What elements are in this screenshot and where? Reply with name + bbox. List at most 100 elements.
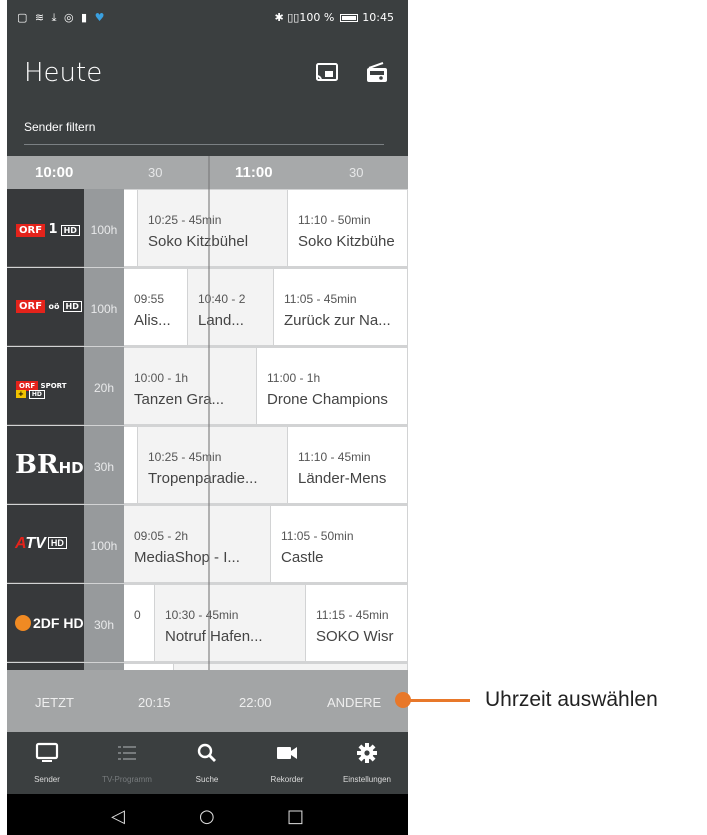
current-time-indicator xyxy=(208,156,210,670)
tick-10-30: 30 xyxy=(148,165,163,180)
orf-sport-logo: ORF SPORT + HD xyxy=(16,381,67,399)
channel-filter-input[interactable]: Sender filtern xyxy=(24,120,95,134)
recents-icon[interactable]: □ xyxy=(287,806,304,827)
program-cell[interactable]: 11:05 - 50min Castle xyxy=(271,506,408,582)
program-cell[interactable]: 09:55 Alis... xyxy=(124,269,188,345)
program-time: 11:10 - 45min xyxy=(298,450,371,464)
jump-other-button[interactable]: ANDERE xyxy=(327,695,381,710)
app-header: Heute Sender filtern xyxy=(7,36,408,154)
jump-2015-button[interactable]: 20:15 xyxy=(138,695,171,710)
phone-screen: ▢ ≋ ⤓ ◎ ▮ ♥ ✱ ▯▯100 % 10:45 Heute Sender … xyxy=(7,0,408,835)
program-time: 09:05 - 2h xyxy=(134,529,189,543)
program-cell[interactable]: 10:40 - 2 Land... xyxy=(188,269,274,345)
list-icon xyxy=(118,746,136,760)
program-title: MediaShop - I... xyxy=(134,549,240,566)
clock: 10:45 xyxy=(362,11,394,24)
program-cell[interactable]: 11:10 - 45min Länder-Mens xyxy=(288,427,408,503)
program-cell[interactable]: 11:05 - 45min Zurück zur Na... xyxy=(274,269,408,345)
page-title: Heute xyxy=(24,58,103,88)
channel-logo-orf-sport[interactable]: ORF SPORT + HD xyxy=(7,347,84,425)
time-jump-bar: JETZT 20:15 22:00 ANDERE xyxy=(7,670,408,732)
program-title: Soko Kitzbühe xyxy=(298,233,395,250)
program-title: Notruf Hafen... xyxy=(165,628,263,645)
camera-icon xyxy=(277,747,297,759)
program-cell[interactable]: 10:30 - 45min Notruf Hafen... xyxy=(155,585,306,661)
program-title: SOKO Wisr xyxy=(316,628,394,645)
channel-count: 100h xyxy=(84,268,124,346)
battery-text: 100 % xyxy=(299,11,335,24)
battery-icon xyxy=(340,14,359,22)
jump-2200-button[interactable]: 22:00 xyxy=(239,695,272,710)
nav-label: Sender xyxy=(34,775,60,784)
zdf-logo: 2DF HD xyxy=(15,615,84,631)
tick-11-00: 11:00 xyxy=(235,164,273,181)
program-time: 11:00 - 1h xyxy=(267,371,321,385)
program-title: Castle xyxy=(281,549,324,566)
system-navigation-bar: ◁ ○ □ xyxy=(7,794,408,835)
nav-label: Einstellungen xyxy=(342,775,392,784)
nav-suche[interactable]: Suche xyxy=(167,732,247,794)
program-time: 10:30 - 45min xyxy=(165,608,239,622)
br-logo: BRHD xyxy=(15,450,84,480)
channel-count-partial xyxy=(84,663,124,670)
orf1-logo: ORF 1 HD xyxy=(16,222,80,237)
home-icon[interactable]: ○ xyxy=(199,806,215,827)
channel-logo-orf-ooe[interactable]: ORF oö HD xyxy=(7,268,84,346)
atv-logo: ATV HD xyxy=(15,535,67,553)
channel-count: 100h xyxy=(84,505,124,583)
program-cell[interactable]: 0 xyxy=(124,585,155,661)
program-time: 10:25 - 45min xyxy=(148,450,222,464)
channel-logo-zdf[interactable]: 2DF HD xyxy=(7,584,84,662)
channel-logo-atv[interactable]: ATV HD xyxy=(7,505,84,583)
notification-icons: ▢ ≋ ⤓ ◎ ▮ ♥ xyxy=(17,11,107,24)
channel-logo-partial[interactable] xyxy=(7,663,84,670)
program-title: Land... xyxy=(198,312,244,329)
channel-logo-br[interactable]: BRHD xyxy=(7,426,84,504)
jump-now-button[interactable]: JETZT xyxy=(35,695,74,710)
program-title: Tropenparadie... xyxy=(148,470,258,487)
channel-count: 20h xyxy=(84,347,124,425)
tick-10-00: 10:00 xyxy=(35,164,74,181)
channel-count: 100h xyxy=(84,189,124,267)
program-cell[interactable] xyxy=(124,427,138,503)
channel-count: 30h xyxy=(84,584,124,662)
program-cell[interactable]: 10:25 - 45min Soko Kitzbühel xyxy=(138,190,288,266)
program-time: 11:05 - 45min xyxy=(284,292,357,306)
program-time: 09:55 xyxy=(134,292,165,306)
bottom-navigation: Sender TV-Programm Suche Rekorder Einste… xyxy=(7,732,408,794)
back-icon[interactable]: ◁ xyxy=(111,806,125,827)
filter-underline xyxy=(24,144,384,145)
program-time: 10:40 - 2 xyxy=(198,292,246,306)
callout-line xyxy=(410,699,470,702)
program-cell[interactable]: 11:10 - 50min Soko Kitzbühe xyxy=(288,190,408,266)
callout-dot xyxy=(395,692,411,708)
program-cell[interactable]: 11:15 - 45min SOKO Wisr xyxy=(306,585,408,661)
orf-ooe-logo: ORF oö HD xyxy=(16,300,82,313)
nav-tv-programm[interactable]: TV-Programm xyxy=(87,732,167,794)
program-time: 11:05 - 50min xyxy=(281,529,354,543)
radio-icon[interactable] xyxy=(365,62,389,84)
program-cell[interactable]: 10:00 - 1h Tanzen Gra... xyxy=(124,348,257,424)
nav-rekorder[interactable]: Rekorder xyxy=(247,732,327,794)
program-title: Alis... xyxy=(134,312,171,329)
program-cell[interactable]: 09:05 - 2h MediaShop - I... xyxy=(124,506,271,582)
program-title: Soko Kitzbühel xyxy=(148,233,249,250)
program-title: Zurück zur Na... xyxy=(284,312,391,329)
program-cell[interactable] xyxy=(124,190,138,266)
program-time: 10:25 - 45min xyxy=(148,213,222,227)
status-bar: ▢ ≋ ⤓ ◎ ▮ ♥ ✱ ▯▯100 % 10:45 xyxy=(7,0,408,36)
status-right: ✱ ▯▯100 % 10:45 xyxy=(274,11,394,24)
nav-sender[interactable]: Sender xyxy=(7,732,87,794)
program-time: 10:00 - 1h xyxy=(134,371,189,385)
program-cell[interactable]: 11:00 - 1h Drone Champions xyxy=(257,348,408,424)
nav-label: TV-Programm xyxy=(102,775,152,784)
channel-logo-orf1[interactable]: ORF 1 HD xyxy=(7,189,84,267)
nav-label: Suche xyxy=(195,775,219,784)
channel-count: 30h xyxy=(84,426,124,504)
tick-11-30: 30 xyxy=(349,165,364,180)
program-title: Drone Champions xyxy=(267,391,388,408)
cast-icon[interactable] xyxy=(315,62,339,84)
program-cell[interactable]: 10:25 - 45min Tropenparadie... xyxy=(138,427,288,503)
nav-einstellungen[interactable]: Einstellungen xyxy=(327,732,407,794)
gear-icon xyxy=(357,743,377,763)
